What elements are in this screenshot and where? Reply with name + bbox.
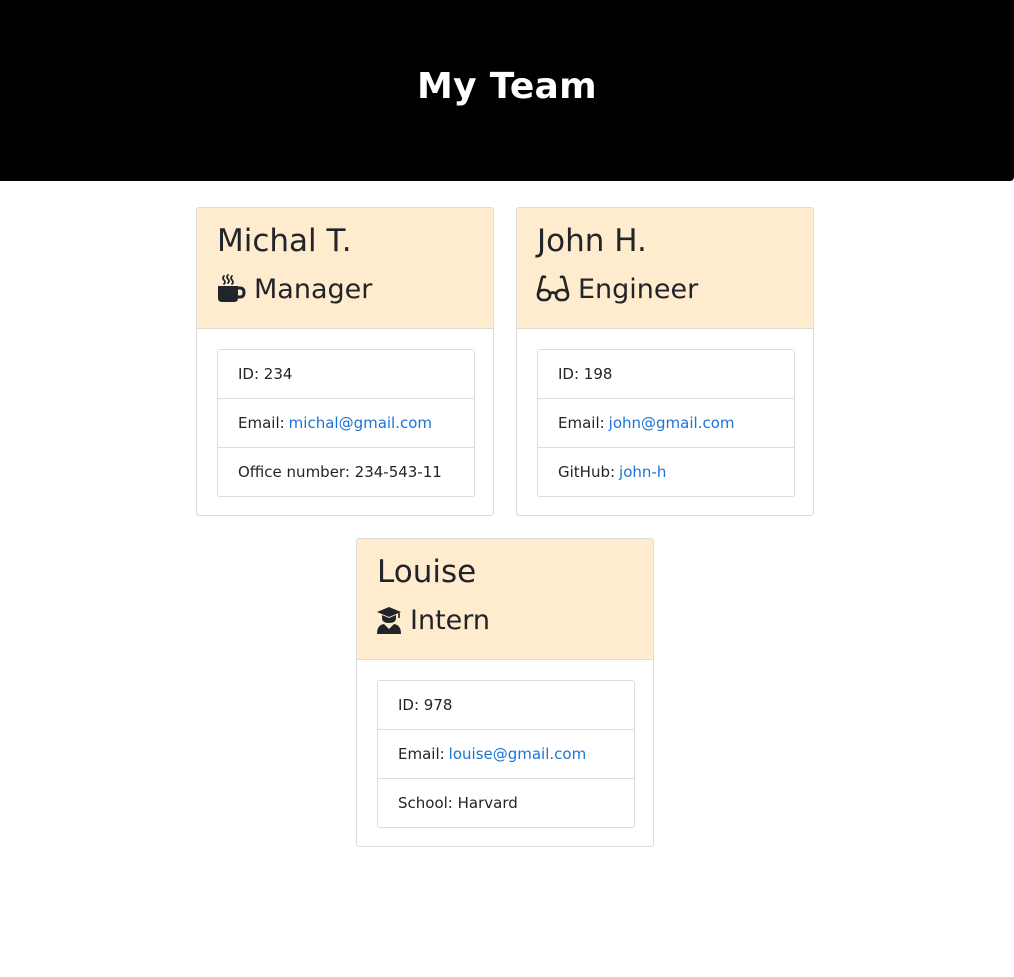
- page-title: My Team: [417, 66, 597, 107]
- employee-id: ID: 978: [378, 681, 634, 730]
- employee-card-engineer: John H. Engineer ID: 198 Email: john@gma…: [516, 207, 814, 516]
- email-prefix: Email:: [398, 745, 445, 763]
- employee-email: Email: michal@gmail.com: [218, 399, 474, 448]
- office-number: Office number: 234-543-11: [218, 448, 474, 496]
- role-label: Manager: [254, 273, 373, 305]
- employee-id-text: ID: 978: [398, 696, 453, 714]
- employee-name: Louise: [377, 554, 477, 590]
- employee-role: Engineer: [536, 272, 698, 306]
- office-number-text: Office number: 234-543-11: [238, 463, 442, 481]
- github-link[interactable]: john-h: [619, 463, 666, 481]
- employee-name: Michal T.: [217, 223, 352, 259]
- employee-info-list: ID: 198 Email: john@gmail.com GitHub: jo…: [537, 349, 795, 497]
- employee-email: Email: john@gmail.com: [538, 399, 794, 448]
- employee-info-list: ID: 234 Email: michal@gmail.com Office n…: [217, 349, 475, 497]
- role-label: Intern: [410, 604, 491, 636]
- coffee-mug-icon: [216, 274, 254, 304]
- employee-id: ID: 198: [538, 350, 794, 399]
- employee-id: ID: 234: [218, 350, 474, 399]
- card-header: John H. Engineer: [517, 208, 813, 329]
- email-link[interactable]: louise@gmail.com: [449, 745, 587, 763]
- graduate-icon: [376, 605, 410, 635]
- employee-id-text: ID: 198: [558, 365, 613, 383]
- employee-role: Intern: [376, 603, 490, 637]
- employee-id-text: ID: 234: [238, 365, 293, 383]
- school: School: Harvard: [378, 779, 634, 827]
- card-header: Louise Intern: [357, 539, 653, 660]
- github-prefix: GitHub:: [558, 463, 616, 481]
- school-text: School: Harvard: [398, 794, 518, 812]
- employee-card-intern: Louise Intern ID: 978 Email: louise@gmai…: [356, 538, 654, 847]
- email-link[interactable]: john@gmail.com: [609, 414, 735, 432]
- glasses-icon: [536, 274, 578, 304]
- role-label: Engineer: [578, 273, 699, 305]
- employee-info-list: ID: 978 Email: louise@gmail.com School: …: [377, 680, 635, 828]
- email-prefix: Email:: [238, 414, 285, 432]
- email-prefix: Email:: [558, 414, 605, 432]
- employee-role: Manager: [216, 272, 372, 306]
- employee-name: John H.: [537, 223, 647, 259]
- page-header: My Team: [0, 0, 1014, 181]
- employee-card-manager: Michal T. Manager ID: 234 Email: michal@…: [196, 207, 494, 516]
- github: GitHub: john-h: [538, 448, 794, 496]
- employee-email: Email: louise@gmail.com: [378, 730, 634, 779]
- email-link[interactable]: michal@gmail.com: [289, 414, 432, 432]
- card-header: Michal T. Manager: [197, 208, 493, 329]
